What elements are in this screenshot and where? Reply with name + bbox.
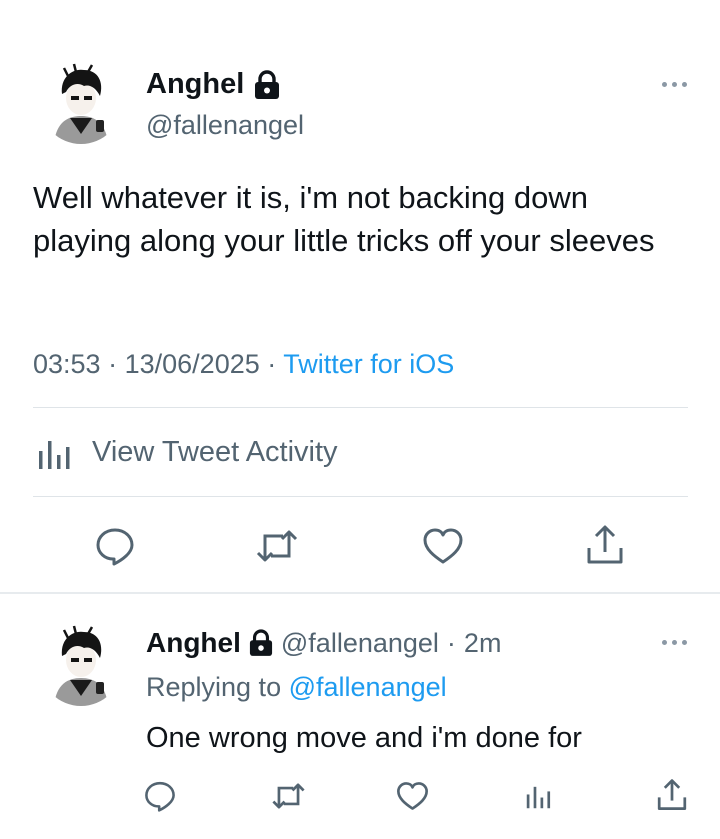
replying-to-handle[interactable]: @fallenangel (289, 672, 447, 702)
author-name-row[interactable]: Anghel (146, 68, 280, 101)
tweet-time: 03:53 (33, 349, 101, 379)
replying-prefix: Replying to (146, 672, 282, 702)
meta-separator: · (446, 627, 456, 658)
activity-label[interactable]: View Tweet Activity (92, 436, 338, 469)
reply-header: Anghel @fallenangel · 2m (146, 627, 501, 659)
share-icon[interactable] (585, 524, 625, 566)
activity-icon (38, 437, 72, 469)
reply-author-name[interactable]: Anghel (146, 627, 241, 659)
meta-separator: · (108, 349, 118, 379)
reply-author-handle[interactable]: @fallenangel (281, 628, 439, 659)
avatar-illustration (40, 62, 122, 144)
retweet-icon[interactable] (271, 780, 306, 812)
author-name[interactable]: Anghel (146, 68, 244, 101)
tweet-source-link[interactable]: Twitter for iOS (283, 349, 454, 379)
reply-icon[interactable] (95, 526, 135, 566)
more-icon[interactable] (662, 640, 687, 645)
lock-icon (254, 69, 280, 100)
reply-author-avatar[interactable] (40, 624, 122, 706)
avatar-illustration (40, 624, 122, 706)
tweet-text: Well whatever it is, i'm not backing dow… (33, 180, 655, 258)
meta-separator: · (267, 349, 277, 379)
tweet-date: 13/06/2025 (124, 349, 260, 379)
divider (33, 496, 688, 497)
retweet-icon[interactable] (255, 526, 299, 566)
lock-icon (249, 629, 273, 657)
activity-icon[interactable] (526, 782, 552, 810)
author-avatar[interactable] (40, 62, 122, 144)
reply-text: One wrong move and i'm done for (146, 722, 582, 754)
replying-to: Replying to @fallenangel (146, 672, 447, 703)
share-icon[interactable] (656, 778, 688, 812)
author-handle[interactable]: @fallenangel (146, 110, 304, 141)
divider (33, 407, 688, 408)
more-icon[interactable] (662, 82, 687, 87)
section-divider (0, 592, 720, 594)
tweet-meta: 03:53 · 13/06/2025 · Twitter for iOS (33, 349, 454, 380)
view-tweet-activity[interactable]: View Tweet Activity (38, 436, 338, 469)
reply-icon[interactable] (144, 780, 176, 812)
reply-age: 2m (463, 627, 502, 658)
like-icon[interactable] (422, 526, 464, 566)
like-icon[interactable] (396, 780, 429, 812)
